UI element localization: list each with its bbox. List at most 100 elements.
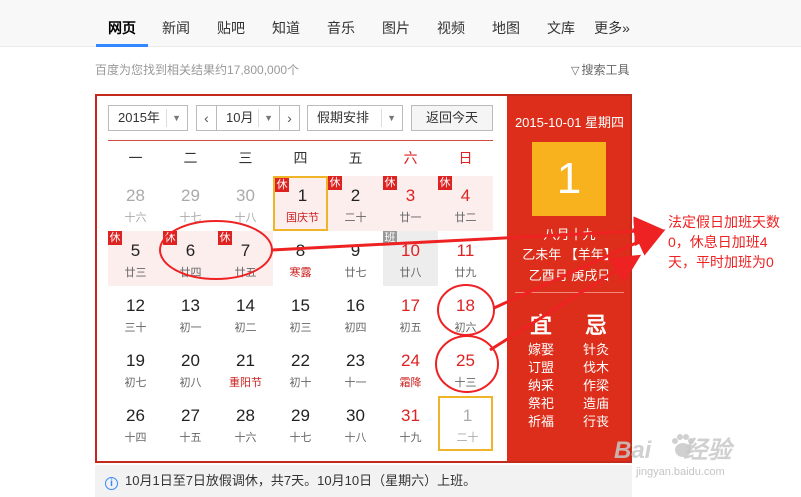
calendar-day-cell[interactable]: 24 霜降	[383, 341, 438, 396]
day-number: 31	[401, 406, 420, 425]
search-tools-button[interactable]: ▽ 搜索工具	[571, 61, 629, 78]
lunar-date: 霜降	[399, 377, 422, 389]
lunar-date: 国庆节	[286, 212, 319, 224]
calendar-day-cell[interactable]: 休 2 二十	[328, 176, 383, 231]
day-number: 1	[297, 186, 308, 205]
calendar-day-cell[interactable]: 22 初十	[273, 341, 328, 396]
calendar-day-cell[interactable]: 15 初三	[273, 286, 328, 341]
calendar-day-cell[interactable]: 30 十八	[218, 176, 273, 231]
calendar-day-cell[interactable]: 28 十六	[108, 176, 163, 231]
nav-tab[interactable]: 视频	[426, 0, 476, 47]
calendar-day-cell[interactable]: 休 6 廿四	[163, 231, 218, 286]
lunar-date: 十八	[344, 432, 367, 444]
day-number: 24	[401, 351, 420, 370]
chevron-down-icon: ▼	[264, 113, 273, 123]
calendar-day-cell[interactable]: 班 10 廿八	[383, 231, 438, 286]
chevron-down-icon: ▼	[387, 113, 396, 123]
weekday-label: 二	[183, 150, 198, 166]
day-number: 16	[346, 296, 365, 315]
day-number: 26	[126, 406, 145, 425]
calendar-day-cell[interactable]: 25 十三	[438, 341, 493, 396]
calendar-day-cell[interactable]: 30 十八	[328, 396, 383, 451]
nav-tab[interactable]: 音乐	[316, 0, 366, 47]
nav-tab[interactable]: 网页	[96, 0, 148, 47]
calendar-day-cell[interactable]: 31 十九	[383, 396, 438, 451]
day-number: 22	[291, 351, 310, 370]
calendar-day-cell[interactable]: 休 5 廿三	[108, 231, 163, 286]
lunar-date: 十六	[234, 432, 257, 444]
yi-heading: 宜	[530, 313, 553, 338]
chevron-left-icon: ‹	[204, 110, 209, 126]
year-select[interactable]: 2015年 ▼	[108, 105, 188, 131]
lunar-date: 廿三	[124, 267, 147, 279]
chevron-right-icon: ›	[287, 110, 292, 126]
calendar-day-cell[interactable]: 23 十一	[328, 341, 383, 396]
calendar-day-cell[interactable]: 休 7 廿五	[218, 231, 273, 286]
day-number: 19	[126, 351, 145, 370]
lunar-date: 廿七	[344, 267, 367, 279]
calendar-day-cell[interactable]: 21 重阳节	[218, 341, 273, 396]
nav-tab[interactable]: 贴吧	[206, 0, 256, 47]
holiday-select[interactable]: 假期安排 ▼	[307, 105, 403, 131]
calendar-day-cell[interactable]: 16 初四	[328, 286, 383, 341]
nav-tab[interactable]: 文库	[536, 0, 586, 47]
day-number: 30	[346, 406, 365, 425]
nav-tab[interactable]: 知道	[261, 0, 311, 47]
prev-month-button[interactable]: ‹	[196, 105, 217, 131]
day-number: 28	[126, 186, 145, 205]
calendar-day-cell[interactable]: 29 十七	[163, 176, 218, 231]
detail-date: 2015-10-01 星期四	[514, 115, 625, 130]
back-to-today-button[interactable]: 返回今天	[411, 105, 493, 131]
calendar-day-cell[interactable]: 18 初六	[438, 286, 493, 341]
weekday-label: 一	[128, 150, 143, 166]
detail-lunar-date: 八月十九	[543, 227, 596, 242]
yi-item: 嫁娶	[528, 342, 555, 357]
yi-item: 祭祀	[528, 396, 555, 411]
weekday-label: 五	[348, 150, 363, 166]
calendar-day-cell[interactable]: 休 3 廿一	[383, 176, 438, 231]
lunar-date: 初八	[179, 377, 202, 389]
day-number: 14	[236, 296, 255, 315]
calendar-day-cell[interactable]: 19 初七	[108, 341, 163, 396]
nav-tab[interactable]: 地图	[481, 0, 531, 47]
calendar-day-cell[interactable]: 29 十七	[273, 396, 328, 451]
calendar-day-cell[interactable]: 休 4 廿二	[438, 176, 493, 231]
funnel-icon: ▽	[571, 65, 580, 77]
calendar-day-cell[interactable]: 8 寒露	[273, 231, 328, 286]
month-select-value: 10月	[226, 110, 254, 125]
info-icon: i	[105, 477, 118, 490]
lunar-date: 十一	[344, 377, 367, 389]
day-number: 20	[181, 351, 200, 370]
month-select[interactable]: 10月 ▼	[216, 105, 280, 131]
yi-item: 祈福	[528, 414, 555, 429]
calendar-main: 2015年 ▼ ‹ 10月 ▼ › 假期安排 ▼ 返回今天 一 二 三 四 五 …	[97, 96, 507, 461]
calendar-day-cell[interactable]: 休 1 国庆节	[273, 176, 328, 231]
lunar-date: 十三	[454, 377, 477, 389]
calendar-day-cell[interactable]: 12 三十	[108, 286, 163, 341]
nav-tab[interactable]: 图片	[371, 0, 421, 47]
annotation-line-1: 法定假日加班天数	[668, 214, 780, 230]
calendar-day-cell[interactable]: 13 初一	[163, 286, 218, 341]
annotation-line-2: 0，休息日加班4	[668, 234, 768, 250]
calendar-day-cell[interactable]: 28 十六	[218, 396, 273, 451]
lunar-date: 廿八	[399, 267, 422, 279]
calendar-day-cell[interactable]: 26 十四	[108, 396, 163, 451]
calendar-day-cell[interactable]: 27 十五	[163, 396, 218, 451]
lunar-date: 初四	[344, 322, 367, 334]
weekday-label: 四	[293, 150, 308, 166]
year-select-value: 2015年	[118, 110, 160, 125]
day-number: 3	[405, 186, 416, 205]
next-month-button[interactable]: ›	[279, 105, 300, 131]
nav-tab[interactable]: 更多»	[585, 0, 639, 47]
day-number: 11	[456, 241, 475, 260]
calendar-day-cell[interactable]: 1 二十	[438, 396, 493, 451]
select-divider	[166, 109, 167, 127]
calendar-day-cell[interactable]: 9 廿七	[328, 231, 383, 286]
search-tools-label: 搜索工具	[581, 63, 630, 77]
calendar-day-cell[interactable]: 20 初八	[163, 341, 218, 396]
calendar-widget: 2015年 ▼ ‹ 10月 ▼ › 假期安排 ▼ 返回今天 一 二 三 四 五 …	[95, 94, 632, 463]
nav-tab[interactable]: 新闻	[151, 0, 201, 47]
calendar-day-cell[interactable]: 14 初二	[218, 286, 273, 341]
calendar-day-cell[interactable]: 11 廿九	[438, 231, 493, 286]
calendar-day-cell[interactable]: 17 初五	[383, 286, 438, 341]
